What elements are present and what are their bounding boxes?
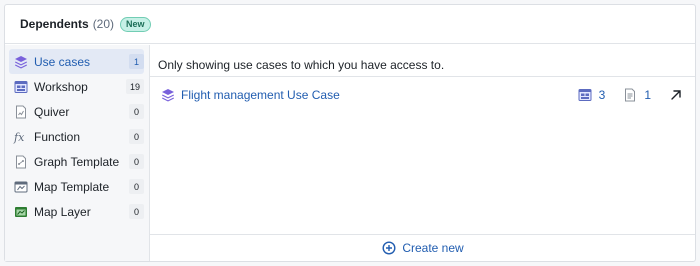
divider: [150, 76, 695, 77]
panel-header: Dependents (20) New: [5, 5, 695, 44]
sidebar-item-count: 0: [129, 154, 144, 169]
dependents-main: Only showing use cases to which you have…: [150, 45, 695, 261]
document-icon: [622, 87, 638, 103]
sidebar-item-map-layer[interactable]: Map Layer 0: [9, 199, 144, 224]
graph-template-icon: [13, 154, 29, 170]
sidebar-item-use-cases[interactable]: Use cases 1: [9, 49, 144, 74]
function-icon: fx: [13, 129, 29, 145]
plus-circle-icon: [381, 240, 397, 256]
sidebar-item-label: Function: [34, 129, 81, 144]
create-new-button[interactable]: Create new: [381, 240, 464, 256]
quiver-icon: [13, 104, 29, 120]
docs-count: 1: [644, 88, 651, 102]
dependents-panel: Dependents (20) New Use cases 1 Workshop…: [4, 4, 696, 262]
layers-icon: [13, 54, 29, 70]
sidebar-item-count: 0: [129, 179, 144, 194]
use-case-row[interactable]: Flight management Use Case 3 1: [160, 85, 683, 105]
sidebar-item-label: Use cases: [34, 54, 91, 69]
sidebar-item-label: Graph Template: [34, 154, 120, 169]
sidebar-item-label: Quiver: [34, 104, 70, 119]
sidebar-item-count: 0: [129, 129, 144, 144]
sidebar-item-label: Map Template: [34, 179, 110, 194]
category-sidebar: Use cases 1 Workshop 19 Quiver 0 fx Func…: [5, 45, 150, 261]
sidebar-item-quiver[interactable]: Quiver 0: [9, 99, 144, 124]
row-stats: 3 1: [560, 87, 683, 103]
arrow-top-right-icon[interactable]: [669, 88, 683, 102]
sidebar-item-function[interactable]: fx Function 0: [9, 124, 144, 149]
map-layer-icon: [13, 204, 29, 220]
sidebar-item-count: 0: [129, 204, 144, 219]
create-new-label: Create new: [402, 241, 464, 255]
sidebar-item-workshop[interactable]: Workshop 19: [9, 74, 144, 99]
docs-stat[interactable]: 1: [622, 87, 651, 103]
panel-body: Use cases 1 Workshop 19 Quiver 0 fx Func…: [5, 45, 695, 261]
sidebar-item-map-template[interactable]: Map Template 0: [9, 174, 144, 199]
sidebar-item-count: 19: [125, 79, 144, 94]
use-case-link[interactable]: Flight management Use Case: [181, 88, 340, 102]
workshop-app-icon: [577, 87, 593, 103]
panel-footer: Create new: [150, 234, 695, 261]
apps-stat[interactable]: 3: [577, 87, 606, 103]
sidebar-item-label: Workshop: [34, 79, 88, 94]
svg-text:fx: fx: [13, 131, 25, 144]
sidebar-item-label: Map Layer: [34, 204, 91, 219]
sidebar-item-count: 0: [129, 104, 144, 119]
workshop-app-icon: [13, 79, 29, 95]
access-notice: Only showing use cases to which you have…: [158, 58, 445, 72]
sidebar-item-count: 1: [129, 54, 144, 69]
panel-title: Dependents: [20, 17, 89, 31]
apps-count: 3: [598, 88, 606, 102]
sidebar-item-graph-template[interactable]: Graph Template 0: [9, 149, 144, 174]
new-badge: New: [120, 16, 151, 32]
map-template-icon: [13, 179, 29, 195]
dependents-count: (20): [92, 17, 115, 31]
layers-icon: [160, 87, 176, 103]
